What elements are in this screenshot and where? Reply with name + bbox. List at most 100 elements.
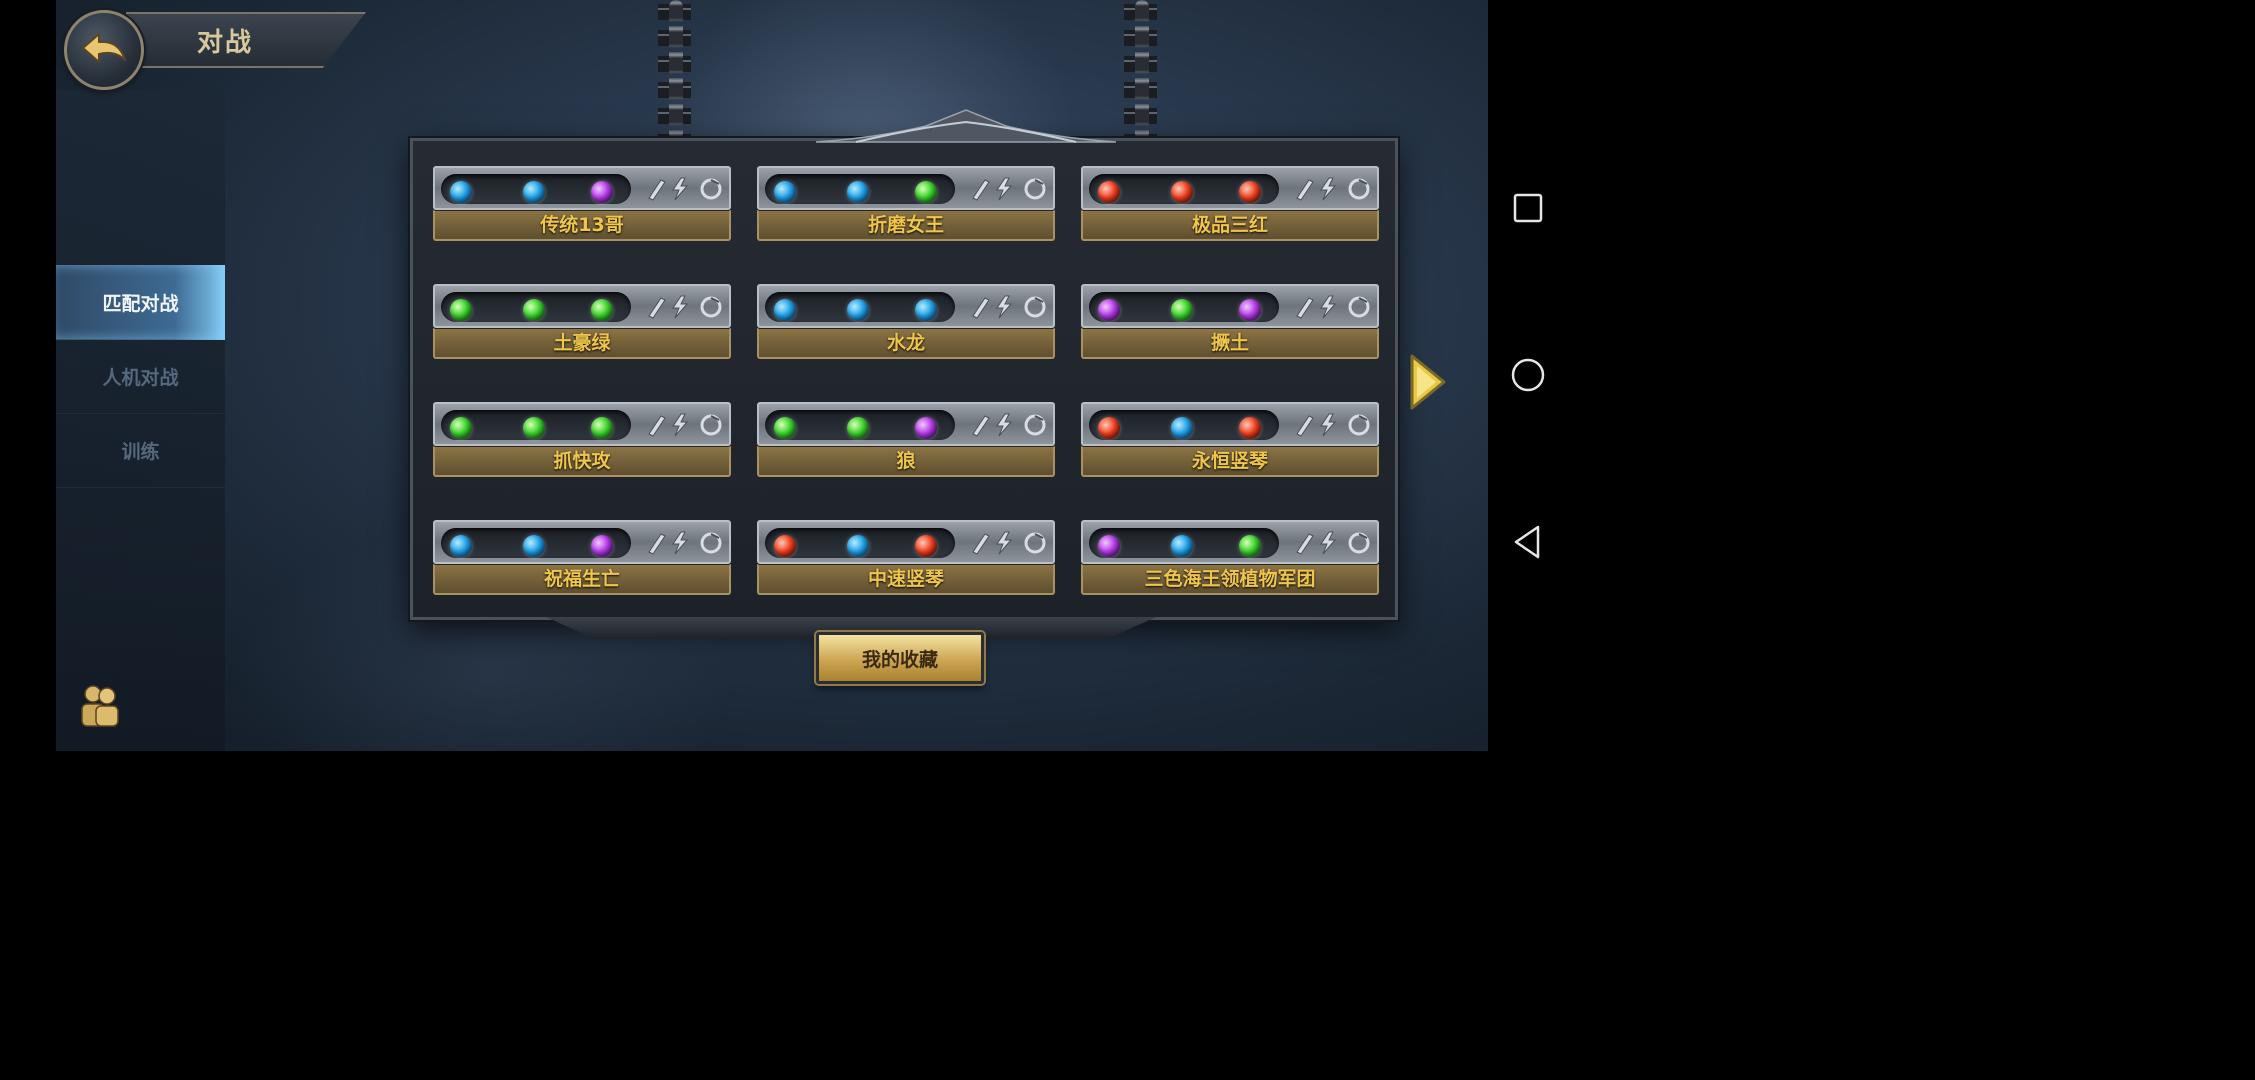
deck-tile[interactable]: 折磨女王 [757,166,1055,241]
purple-gem-icon [1098,299,1120,321]
green-gem-icon [847,417,869,439]
deck-gem-bar [433,166,731,210]
deck-gem-bar [1081,402,1379,446]
deck-tile[interactable]: 抓快攻 [433,402,731,477]
red-gem-icon [1171,181,1193,203]
board-crest [816,109,1116,143]
red-gem-icon [1239,417,1261,439]
deck-stat-icons [972,531,1046,555]
circle-icon[interactable] [1508,355,1548,395]
deck-stat-icons [648,177,722,201]
deck-name: 撅土 [1081,328,1379,359]
gem-track [441,292,631,322]
gem-track [765,174,955,204]
green-gem-icon [1171,299,1193,321]
blue-gem-icon [1171,417,1193,439]
gem-track [441,528,631,558]
purple-gem-icon [1098,535,1120,557]
deck-tile[interactable]: 撅土 [1081,284,1379,359]
deck-tile[interactable]: 中速竖琴 [757,520,1055,595]
deck-name: 抓快攻 [433,446,731,477]
deck-gem-bar [1081,520,1379,564]
green-gem-icon [1239,535,1261,557]
side-item-match-battle[interactable]: 匹配对战 [56,265,225,340]
deck-gem-bar [757,166,1055,210]
deck-gem-bar [433,402,731,446]
game-screen: 匹配对战 人机对战 训练 对战 传统13哥 折磨女王 极品三红土豪绿 水龙 撅土抓快攻狼… [56,0,1488,751]
gem-track [1089,292,1279,322]
side-menu: 匹配对战 人机对战 训练 [56,90,225,751]
blue-gem-icon [774,181,796,203]
deck-tile[interactable]: 永恒竖琴 [1081,402,1379,477]
deck-tile[interactable]: 水龙 [757,284,1055,359]
blue-gem-icon [847,299,869,321]
friends-icon[interactable] [80,684,120,728]
deck-gem-bar [757,520,1055,564]
deck-gem-bar [1081,284,1379,328]
green-gem-icon [915,181,937,203]
gem-track [1089,174,1279,204]
deck-gem-bar [433,284,731,328]
red-gem-icon [774,535,796,557]
triangle-back-icon[interactable] [1508,522,1548,562]
deck-gem-bar [757,284,1055,328]
deck-name: 传统13哥 [433,210,731,241]
deck-tile[interactable]: 极品三红 [1081,166,1379,241]
green-gem-icon [591,299,613,321]
deck-stat-icons [972,413,1046,437]
deck-stat-icons [1296,413,1370,437]
deck-name: 极品三红 [1081,210,1379,241]
deck-name: 三色海王领植物军团 [1081,564,1379,595]
green-gem-icon [450,299,472,321]
back-arrow-icon [82,33,126,63]
red-gem-icon [1098,181,1120,203]
deck-stat-icons [972,177,1046,201]
deck-name: 土豪绿 [433,328,731,359]
gem-track [441,174,631,204]
right-chain [1124,0,1157,140]
deck-stat-icons [972,295,1046,319]
deck-stat-icons [648,295,722,319]
deck-name: 永恒竖琴 [1081,446,1379,477]
deck-stat-icons [648,531,722,555]
deck-tile[interactable]: 祝福生亡 [433,520,731,595]
blue-gem-icon [523,181,545,203]
side-item-training[interactable]: 训练 [56,413,225,488]
deck-tile[interactable]: 三色海王领植物军团 [1081,520,1379,595]
deck-stat-icons [1296,177,1370,201]
next-arrow-icon[interactable] [1408,352,1448,412]
purple-gem-icon [591,535,613,557]
title-plate: 对战 [126,12,366,68]
deck-tile[interactable]: 土豪绿 [433,284,731,359]
green-gem-icon [591,417,613,439]
square-icon[interactable] [1508,188,1548,228]
my-collection-label: 我的收藏 [861,648,938,671]
deck-name: 狼 [757,446,1055,477]
deck-tile[interactable]: 传统13哥 [433,166,731,241]
back-button[interactable] [64,10,144,90]
side-item-ai-battle[interactable]: 人机对战 [56,339,225,414]
blue-gem-icon [847,181,869,203]
gem-track [765,528,955,558]
blue-gem-icon [450,535,472,557]
deck-gem-bar [433,520,731,564]
system-nav-bar [1488,0,1568,751]
gem-track [1089,528,1279,558]
deck-gem-bar [1081,166,1379,210]
left-chain [658,0,691,140]
blue-gem-icon [774,299,796,321]
gem-track [1089,410,1279,440]
gem-track [765,292,955,322]
blue-gem-icon [915,299,937,321]
purple-gem-icon [591,181,613,203]
red-gem-icon [915,535,937,557]
red-gem-icon [1098,417,1120,439]
gem-track [765,410,955,440]
purple-gem-icon [915,417,937,439]
page-title: 对战 [196,27,253,58]
my-collection-button[interactable]: 我的收藏 [816,632,984,684]
deck-stat-icons [1296,295,1370,319]
purple-gem-icon [1239,299,1261,321]
blue-gem-icon [1171,535,1193,557]
deck-tile[interactable]: 狼 [757,402,1055,477]
